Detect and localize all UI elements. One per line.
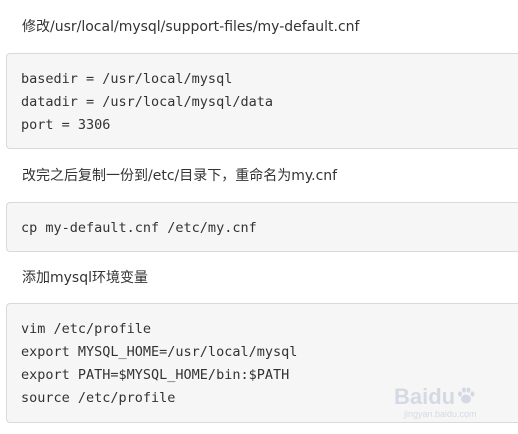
code-line: datadir = /usr/local/mysql/data	[21, 94, 273, 110]
paw-icon	[458, 387, 475, 404]
code-line: basedir = /usr/local/mysql	[21, 71, 233, 87]
baidu-watermark: Baidu jingyan.baidu.com	[394, 384, 504, 420]
code-line: vim /etc/profile	[21, 321, 152, 337]
step-2-instruction: 改完之后复制一份到/etc/目录下，重命名为my.cnf	[22, 168, 338, 184]
step-3-instruction: 添加mysql环境变量	[22, 270, 148, 286]
step-1-code-block: basedir = /usr/local/mysql datadir = /us…	[6, 53, 518, 149]
step-2-code-block: cp my-default.cnf /etc/my.cnf	[6, 202, 518, 252]
watermark-sub: jingyan.baidu.com	[404, 409, 477, 419]
code-line: export MYSQL_HOME=/usr/local/mysql	[21, 344, 298, 360]
code-line: cp my-default.cnf /etc/my.cnf	[21, 220, 257, 236]
step-1-instruction: 修改/usr/local/mysql/support-files/my-defa…	[22, 19, 360, 35]
code-line: port = 3306	[21, 117, 111, 133]
watermark-brand: Baidu	[394, 384, 456, 409]
